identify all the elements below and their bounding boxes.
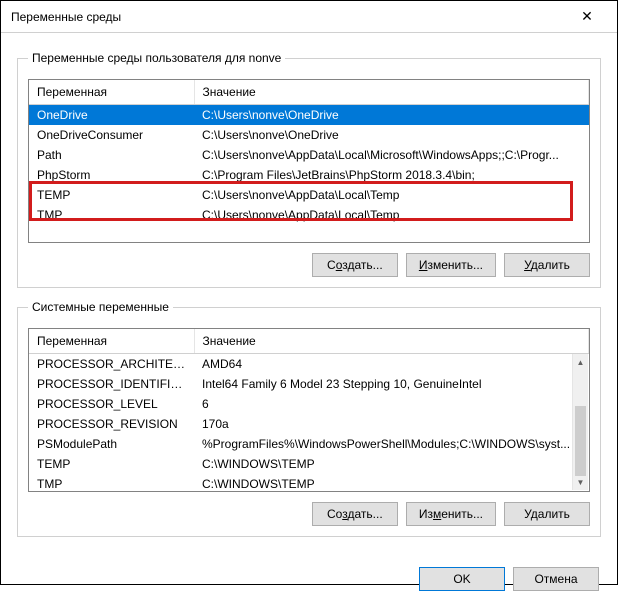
var-name: TEMP: [29, 454, 194, 474]
sys-edit-button[interactable]: Изменить...: [406, 502, 496, 526]
table-row[interactable]: TMP C:\WINDOWS\TEMP: [29, 474, 589, 493]
sys-new-button[interactable]: Создать...: [312, 502, 398, 526]
sys-delete-button[interactable]: Удалить: [504, 502, 590, 526]
var-value: C:\WINDOWS\TEMP: [194, 454, 589, 474]
var-name: PROCESSOR_ARCHITECTURE: [29, 353, 194, 374]
table-row[interactable]: PROCESSOR_REVISION 170a: [29, 414, 589, 434]
user-variables-table-wrap: Переменная Значение OneDrive C:\Users\no…: [28, 79, 590, 243]
var-value: C:\Users\nonve\AppData\Local\Temp: [194, 205, 589, 225]
table-row[interactable]: TEMP C:\Users\nonve\AppData\Local\Temp: [29, 185, 589, 205]
var-name: Path: [29, 145, 194, 165]
sys-group-legend: Системные переменные: [28, 300, 173, 314]
table-row[interactable]: PROCESSOR_ARCHITECTURE AMD64: [29, 353, 589, 374]
var-name: PROCESSOR_IDENTIFIER: [29, 374, 194, 394]
dialog-content: Переменные среды пользователя для nonve …: [1, 33, 617, 557]
user-variables-table[interactable]: Переменная Значение OneDrive C:\Users\no…: [29, 80, 589, 225]
scroll-down-icon[interactable]: ▼: [573, 474, 588, 490]
cancel-button[interactable]: Отмена: [513, 567, 599, 591]
table-row[interactable]: OneDrive C:\Users\nonve\OneDrive: [29, 104, 589, 125]
user-buttons-row: Создать... Изменить... Удалить: [28, 253, 590, 277]
var-name: TMP: [29, 205, 194, 225]
sys-buttons-row: Создать... Изменить... Удалить: [28, 502, 590, 526]
var-value: Intel64 Family 6 Model 23 Stepping 10, G…: [194, 374, 589, 394]
var-value: AMD64: [194, 353, 589, 374]
user-new-button[interactable]: Создать...: [312, 253, 398, 277]
var-name: PSModulePath: [29, 434, 194, 454]
var-value: %ProgramFiles%\WindowsPowerShell\Modules…: [194, 434, 589, 454]
var-name: OneDriveConsumer: [29, 125, 194, 145]
table-row[interactable]: OneDriveConsumer C:\Users\nonve\OneDrive: [29, 125, 589, 145]
user-edit-button[interactable]: Изменить...: [406, 253, 496, 277]
dialog-footer: OK Отмена: [1, 557, 617, 603]
var-name: PhpStorm: [29, 165, 194, 185]
sys-col-value[interactable]: Значение: [194, 329, 589, 353]
var-value: C:\Users\nonve\OneDrive: [194, 104, 589, 125]
system-variables-table-wrap: Переменная Значение PROCESSOR_ARCHITECTU…: [28, 328, 590, 492]
var-name: OneDrive: [29, 104, 194, 125]
system-variables-group: Системные переменные Переменная Значение…: [17, 300, 601, 537]
close-button[interactable]: ✕: [567, 3, 607, 31]
user-col-variable[interactable]: Переменная: [29, 80, 194, 104]
titlebar: Переменные среды ✕: [1, 1, 617, 33]
user-col-value[interactable]: Значение: [194, 80, 589, 104]
var-name: TMP: [29, 474, 194, 493]
user-group-legend: Переменные среды пользователя для nonve: [28, 51, 285, 65]
scroll-up-icon[interactable]: ▲: [573, 354, 588, 370]
var-name: PROCESSOR_REVISION: [29, 414, 194, 434]
table-row[interactable]: Path C:\Users\nonve\AppData\Local\Micros…: [29, 145, 589, 165]
user-delete-button[interactable]: Удалить: [504, 253, 590, 277]
sys-scrollbar[interactable]: ▲ ▼: [572, 354, 588, 490]
table-row[interactable]: PROCESSOR_IDENTIFIER Intel64 Family 6 Mo…: [29, 374, 589, 394]
var-name: TEMP: [29, 185, 194, 205]
table-row[interactable]: PROCESSOR_LEVEL 6: [29, 394, 589, 414]
user-variables-group: Переменные среды пользователя для nonve …: [17, 51, 601, 288]
var-value: 6: [194, 394, 589, 414]
var-value: C:\Program Files\JetBrains\PhpStorm 2018…: [194, 165, 589, 185]
var-name: PROCESSOR_LEVEL: [29, 394, 194, 414]
sys-col-variable[interactable]: Переменная: [29, 329, 194, 353]
var-value: C:\Users\nonve\AppData\Local\Temp: [194, 185, 589, 205]
var-value: C:\Users\nonve\OneDrive: [194, 125, 589, 145]
table-row[interactable]: PhpStorm C:\Program Files\JetBrains\PhpS…: [29, 165, 589, 185]
var-value: C:\WINDOWS\TEMP: [194, 474, 589, 493]
ok-button[interactable]: OK: [419, 567, 505, 591]
var-value: C:\Users\nonve\AppData\Local\Microsoft\W…: [194, 145, 589, 165]
table-row[interactable]: PSModulePath %ProgramFiles%\WindowsPower…: [29, 434, 589, 454]
system-variables-table[interactable]: Переменная Значение PROCESSOR_ARCHITECTU…: [29, 329, 589, 492]
scroll-thumb[interactable]: [575, 406, 586, 476]
var-value: 170a: [194, 414, 589, 434]
table-row[interactable]: TEMP C:\WINDOWS\TEMP: [29, 454, 589, 474]
window-title: Переменные среды: [11, 10, 567, 24]
close-icon: ✕: [581, 8, 593, 25]
table-row[interactable]: TMP C:\Users\nonve\AppData\Local\Temp: [29, 205, 589, 225]
